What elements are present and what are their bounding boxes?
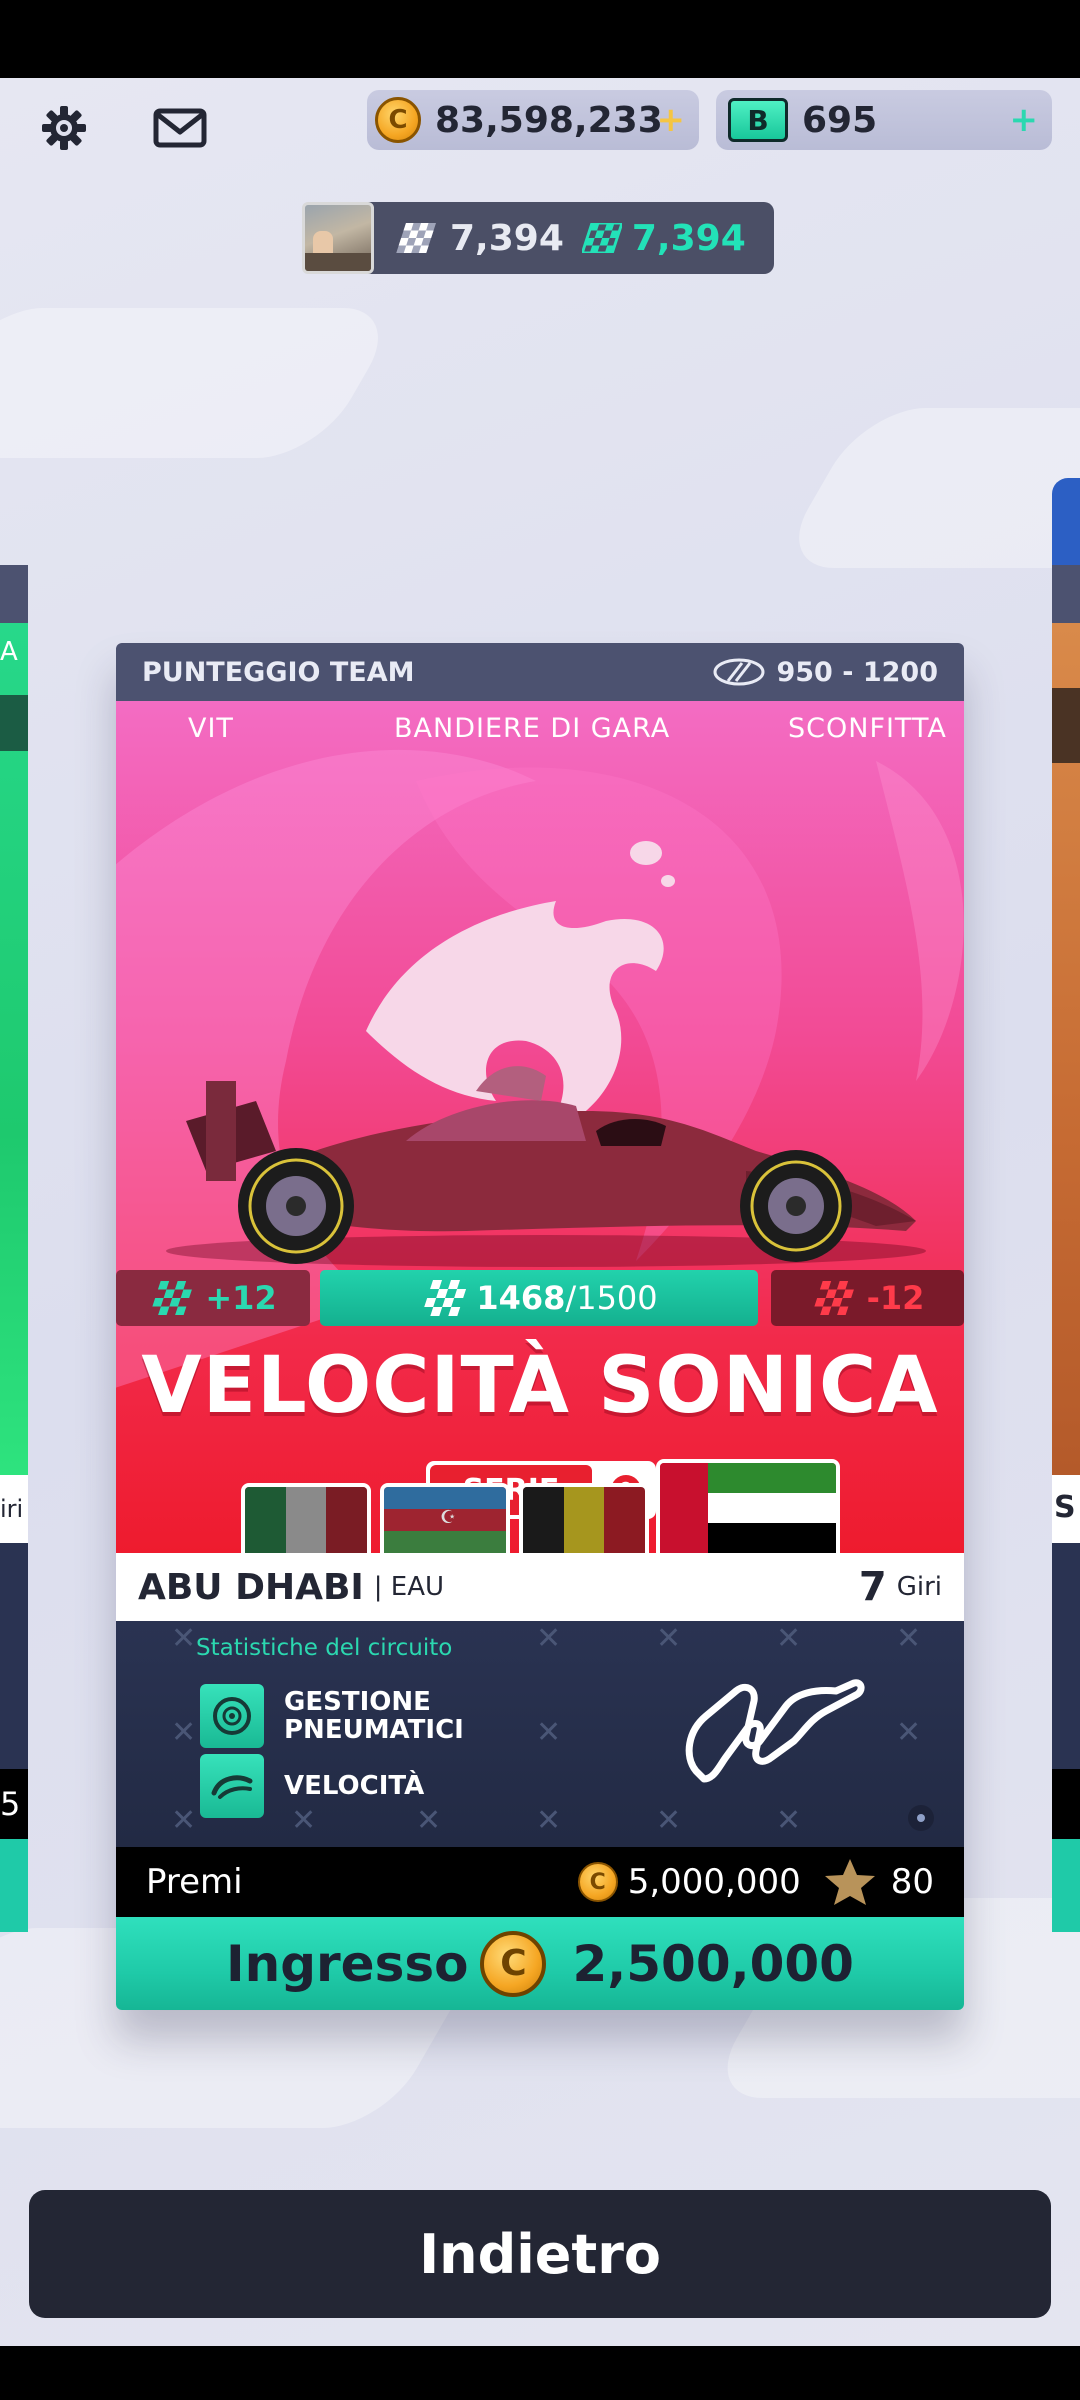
- circuit-stats: ✕ ✕ ✕ ✕ ✕ ✕ ✕ ✕ ✕ ✕ ✕ ✕ ✕ ✕ Statistiche …: [116, 1621, 964, 1847]
- background-stripe: [773, 408, 1080, 568]
- side-laps: S: [1054, 1490, 1076, 1525]
- italy-flag-tile: [241, 1483, 371, 1553]
- side-laps: iri: [0, 1495, 24, 1523]
- bucks-icon: B: [728, 98, 788, 142]
- race-flags-label: BANDIERE DI GARA: [394, 713, 671, 744]
- bucks-balance[interactable]: B 695 +: [716, 90, 1052, 150]
- checkered-flag-icon: [396, 223, 436, 253]
- race-flags-max: /1500: [565, 1279, 658, 1317]
- loss-penalty-box: -12: [771, 1270, 964, 1326]
- entry-button[interactable]: Ingresso C 2,500,000: [116, 1917, 964, 2010]
- event-title: VELOCITÀ SONICA: [141, 1341, 939, 1431]
- info-icon[interactable]: [908, 1805, 934, 1831]
- entry-cost: 2,500,000: [572, 1934, 854, 1993]
- back-button[interactable]: Indietro: [29, 2190, 1051, 2318]
- team-score-range-value: 950 - 1200: [776, 656, 938, 688]
- add-bucks-button[interactable]: +: [1010, 100, 1039, 140]
- uae-flag-tile: [656, 1459, 840, 1553]
- flag-points: 7,394: [450, 217, 564, 259]
- coin-icon: C: [577, 1862, 618, 1902]
- settings-button[interactable]: [29, 93, 99, 163]
- navigation-bar: [0, 2346, 1080, 2400]
- status-bar: [0, 0, 1080, 78]
- profile-summary[interactable]: 7,394 7,394: [302, 202, 774, 274]
- checkered-flag-icon: [152, 1281, 193, 1315]
- win-label: VIT: [188, 713, 234, 744]
- checkered-flag-highlight-icon: [581, 223, 622, 253]
- coin-icon: C: [375, 97, 421, 143]
- prizes-label: Premi: [146, 1862, 243, 1902]
- team-score-header: PUNTEGGIO TEAM 950 - 1200: [116, 643, 964, 701]
- stat-tire-management: GESTIONE PNEUMATICI: [200, 1684, 464, 1748]
- race-car-image: [166, 1066, 926, 1267]
- flag-points-highlight: 7,394: [631, 217, 746, 259]
- checkered-flag-icon: [813, 1281, 854, 1315]
- prize-coins-value: 5,000,000: [627, 1862, 801, 1902]
- coin-icon: C: [480, 1930, 547, 1997]
- team-score-title: PUNTEGGIO TEAM: [142, 656, 415, 688]
- event-hero: VIT BANDIERE DI GARA SCONFITTA VELOCITÀ …: [116, 701, 964, 1553]
- loss-penalty-value: -12: [866, 1279, 925, 1317]
- event-screen: C 83,598,233 + B 695 + 7,394 7,394 A iri…: [0, 78, 1080, 2346]
- star-icon: [824, 1859, 875, 1905]
- gear-icon: [42, 106, 86, 150]
- previous-event-card[interactable]: A iri 5: [0, 565, 28, 1932]
- loss-label: SCONFITTA: [788, 713, 947, 744]
- belgium-flag-tile: [519, 1483, 649, 1553]
- win-reward-box: +12: [116, 1270, 310, 1326]
- win-reward-value: +12: [205, 1279, 277, 1317]
- race-flags-labels: VIT BANDIERE DI GARA SCONFITTA: [116, 713, 964, 753]
- next-event-card[interactable]: S: [1052, 478, 1080, 1932]
- circuit-stats-title: Statistiche del circuito: [196, 1635, 453, 1661]
- background-stripe: [0, 308, 404, 458]
- prizes-bar: Premi C 5,000,000 80: [116, 1847, 964, 1917]
- stat-speed: VELOCITÀ: [200, 1754, 424, 1818]
- team-score-range: 950 - 1200: [712, 657, 938, 688]
- event-card[interactable]: PUNTEGGIO TEAM 950 - 1200 VIT BANDIERE D…: [116, 643, 964, 2010]
- location-name: ABU DHABI: [138, 1566, 364, 1608]
- mail-icon: [153, 108, 207, 148]
- speed-tire-icon: [713, 658, 765, 686]
- stat-tire-line2: PNEUMATICI: [284, 1715, 464, 1745]
- stat-speed-label: VELOCITÀ: [284, 1771, 425, 1801]
- location-country: | EAU: [373, 1572, 445, 1602]
- coins-balance[interactable]: C 83,598,233 +: [367, 90, 699, 150]
- laps-label: Giri: [896, 1572, 942, 1602]
- location-bar: ABU DHABI | EAU 7 Giri: [116, 1553, 964, 1621]
- mail-button[interactable]: [145, 93, 215, 163]
- race-flags-current: 1468: [476, 1279, 566, 1317]
- coins-value: 83,598,233: [435, 99, 663, 141]
- entry-label: Ingresso: [226, 1934, 469, 1993]
- add-coins-button[interactable]: +: [657, 100, 686, 140]
- prize-stars-value: 80: [890, 1862, 934, 1902]
- speed-icon: [200, 1754, 264, 1818]
- side-value: 5: [0, 1785, 21, 1823]
- avatar: [302, 202, 374, 274]
- tire-icon: [200, 1684, 264, 1748]
- azerbaijan-flag-tile: ☪: [380, 1483, 510, 1553]
- side-label: A: [0, 637, 18, 667]
- laps-count: 7: [858, 1564, 887, 1610]
- race-flags-progress: 1468 /1500: [320, 1270, 758, 1326]
- checkered-flag-icon: [424, 1280, 467, 1316]
- stat-tire-line1: GESTIONE: [284, 1687, 431, 1717]
- track-map-icon: [685, 1679, 865, 1783]
- bucks-value: 695: [802, 99, 878, 141]
